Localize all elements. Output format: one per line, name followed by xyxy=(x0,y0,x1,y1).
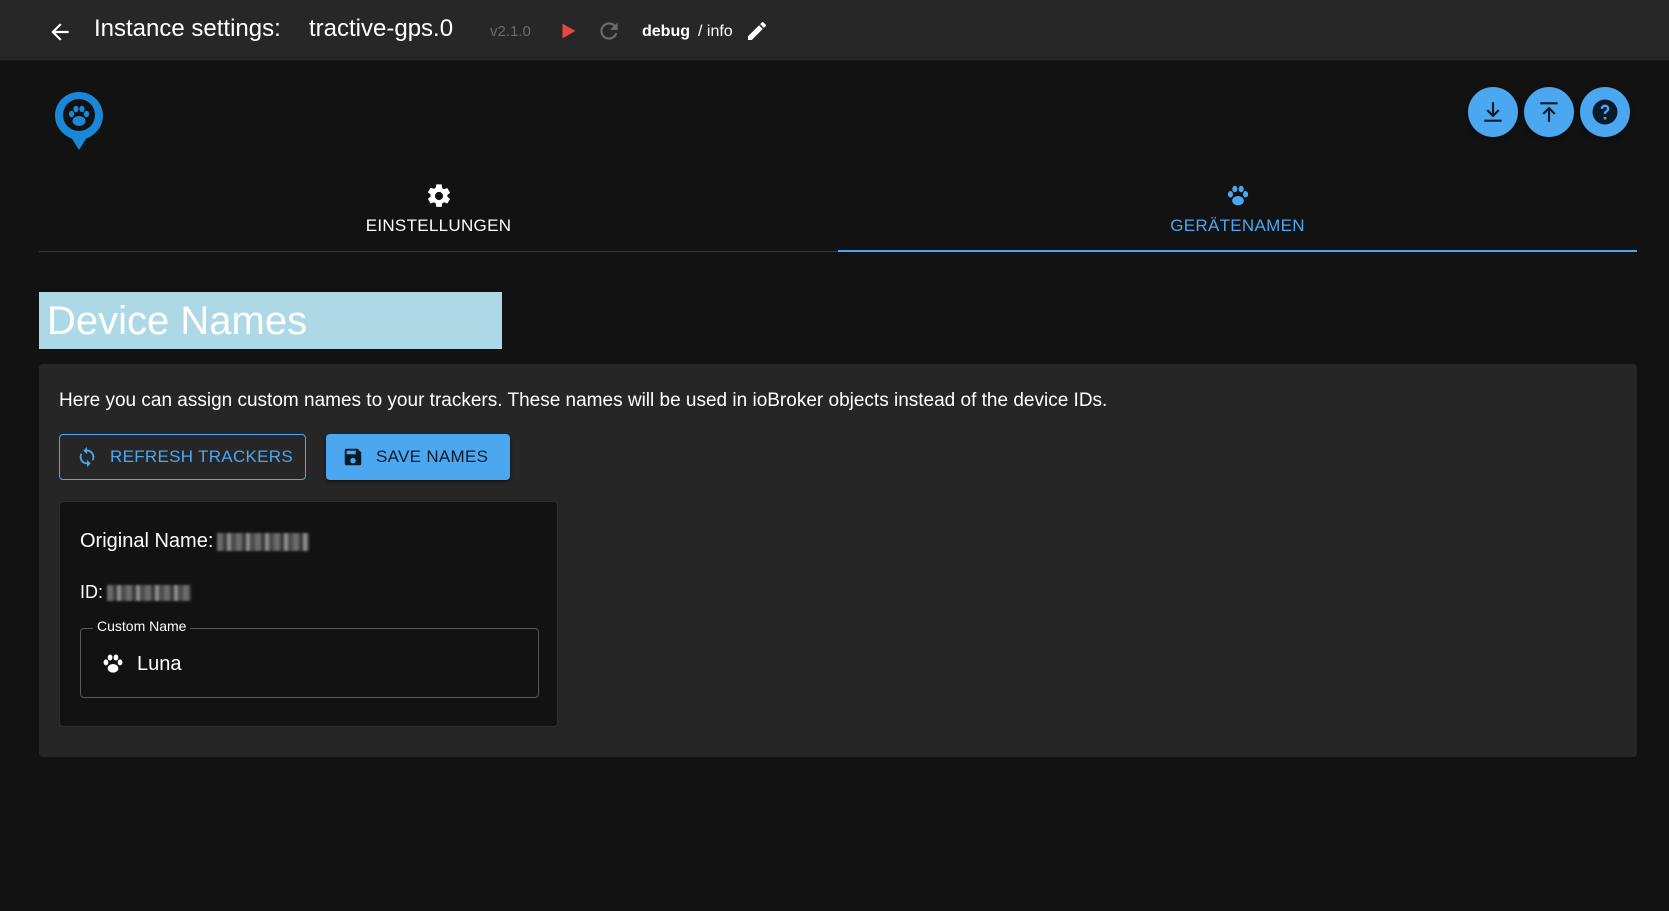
instance-name: tractive-gps.0 xyxy=(309,15,454,42)
page-title-label: Instance settings: xyxy=(94,15,281,42)
version-label: v2.1.0 xyxy=(490,23,531,40)
help-icon xyxy=(1592,99,1618,125)
original-name-row: Original Name: xyxy=(80,530,310,553)
tab-bar: EINSTELLUNGEN GERÄTENAMEN xyxy=(39,167,1637,252)
device-id-label: ID: xyxy=(80,582,104,602)
refresh-trackers-button[interactable]: REFRESH TRACKERS xyxy=(59,434,306,480)
play-icon xyxy=(562,23,576,39)
save-icon xyxy=(344,448,362,466)
download-config-button[interactable] xyxy=(1468,87,1518,137)
custom-name-input[interactable] xyxy=(137,649,517,679)
start-instance-button[interactable] xyxy=(555,18,581,44)
refresh-trackers-label: REFRESH TRACKERS xyxy=(110,447,294,466)
refresh-icon xyxy=(600,22,618,40)
download-icon xyxy=(1484,102,1502,122)
restart-instance-button[interactable] xyxy=(595,17,623,45)
tab-geraetenamen[interactable]: GERÄTENAMEN xyxy=(838,167,1637,252)
arrow-left-icon xyxy=(51,23,69,41)
device-id-redacted xyxy=(107,584,192,601)
pencil-icon xyxy=(748,21,767,40)
tab-label: EINSTELLUNGEN xyxy=(365,216,512,235)
back-button[interactable] xyxy=(40,14,80,50)
help-button[interactable] xyxy=(1580,87,1630,137)
intro-text: Here you can assign custom names to your… xyxy=(59,390,1108,411)
upload-config-button[interactable] xyxy=(1524,87,1574,137)
save-names-button[interactable]: SAVE NAMES xyxy=(326,434,510,480)
device-card: Original Name: ID: Custom Name xyxy=(59,501,558,727)
original-name-redacted xyxy=(217,532,310,551)
save-names-label: SAVE NAMES xyxy=(376,447,489,466)
tab-label: GERÄTENAMEN xyxy=(1170,216,1305,235)
gear-icon xyxy=(427,184,450,207)
tractive-logo-icon xyxy=(55,92,103,150)
original-name-label: Original Name: xyxy=(80,530,214,552)
sync-icon xyxy=(79,446,95,468)
device-names-panel: Here you can assign custom names to your… xyxy=(39,364,1637,757)
top-bar: Instance settings: tractive-gps.0 v2.1.0… xyxy=(0,0,1669,61)
section-header: Device Names xyxy=(39,292,502,349)
paw-icon xyxy=(103,654,123,673)
log-level-info: / info xyxy=(698,23,733,40)
edit-log-level-button[interactable] xyxy=(744,18,770,44)
upload-icon xyxy=(1540,102,1558,122)
log-level-debug: debug xyxy=(642,23,690,40)
section-title: Device Names xyxy=(47,299,308,343)
paw-icon xyxy=(1227,185,1248,206)
device-id-row: ID: xyxy=(80,582,192,603)
tab-einstellungen[interactable]: EINSTELLUNGEN xyxy=(39,167,838,251)
custom-name-legend: Custom Name xyxy=(93,618,191,634)
custom-name-field: Custom Name xyxy=(80,618,539,698)
